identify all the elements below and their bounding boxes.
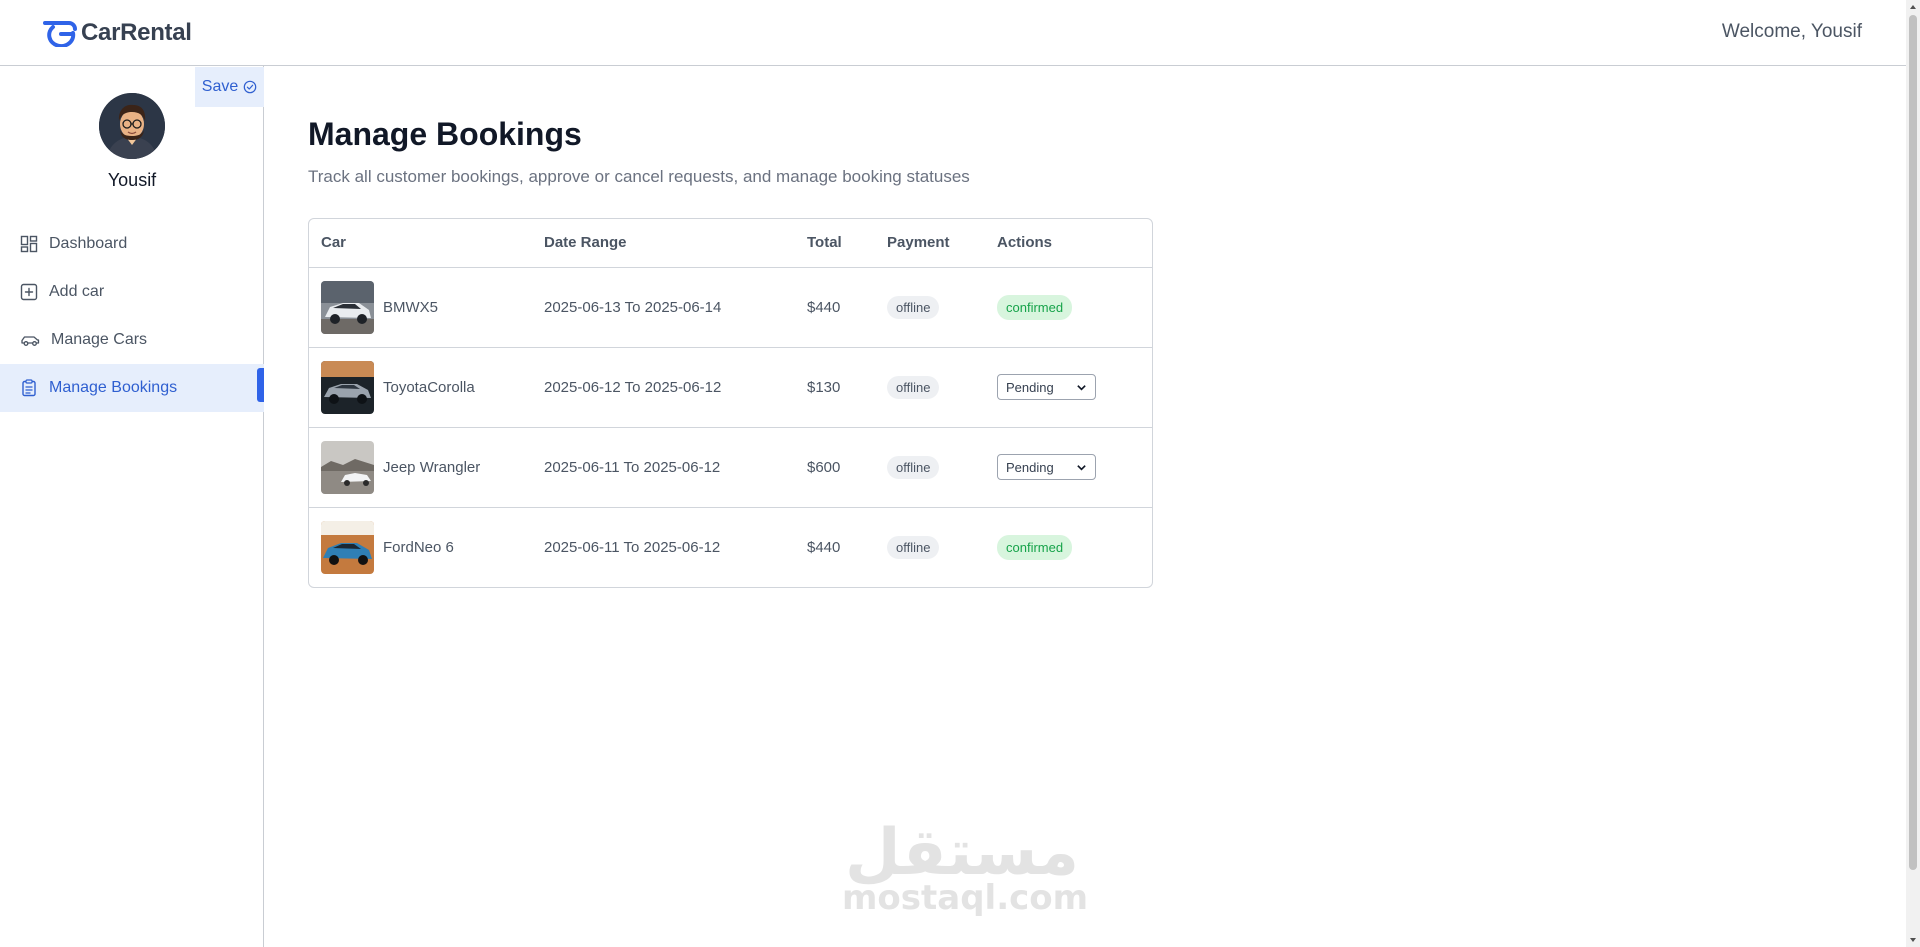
status-badge: confirmed xyxy=(997,534,1073,560)
table-row: ToyotaCorolla 2025-06-12 To 2025-06-12 $… xyxy=(309,347,1152,428)
car-photo-bmw xyxy=(321,280,374,334)
logo-icon xyxy=(43,21,77,47)
car-name: Jeep Wrangler xyxy=(383,458,481,476)
page: CarRental Welcome, Yousif Save Yousif Da… xyxy=(0,0,1920,947)
add-square-icon xyxy=(20,283,38,301)
cell-total: $440 xyxy=(807,267,887,348)
cell-payment: offline xyxy=(887,347,997,428)
payment-badge: offline xyxy=(887,375,940,399)
welcome-text: Welcome, Yousif xyxy=(1721,21,1862,42)
logo[interactable]: CarRental xyxy=(43,19,192,47)
column-header-payment: Payment xyxy=(887,219,997,268)
status-select[interactable]: Pending xyxy=(997,454,1096,480)
car-thumbnail xyxy=(321,440,374,494)
user-name: Yousif xyxy=(107,170,157,190)
table-row: Jeep Wrangler 2025-06-11 To 2025-06-12 $… xyxy=(309,427,1152,508)
watermark: مستقل mostaql.com xyxy=(842,816,1089,918)
cell-total: $440 xyxy=(807,538,841,556)
column-header-actions: Actions xyxy=(997,219,1152,268)
top-header: CarRental Welcome, Yousif xyxy=(0,0,1906,66)
avatar-illustration xyxy=(99,93,165,159)
cell-car: BMWX5 xyxy=(309,267,544,348)
sidebar-item-manage-cars[interactable]: Manage Cars xyxy=(0,316,264,364)
column-header-car: Car xyxy=(309,219,544,268)
avatar[interactable] xyxy=(99,93,165,159)
cell-actions: confirmed xyxy=(997,507,1152,587)
sidebar: Save Yousif Dashboard Add car Manage Car… xyxy=(0,66,264,947)
car-thumbnail xyxy=(321,520,374,574)
cell-actions: Pending xyxy=(997,347,1152,428)
cell-total: $600 xyxy=(807,427,887,508)
clipboard-icon xyxy=(22,379,36,397)
car-name: FordNeo 6 xyxy=(383,538,454,556)
chevron-down-icon xyxy=(1077,464,1086,471)
watermark-latin: mostaql.com xyxy=(842,878,1089,918)
sidebar-item-label: Dashboard xyxy=(49,235,128,252)
cell-total: $130 xyxy=(807,347,887,428)
cell-date-range: 2025-06-12 To 2025-06-12 xyxy=(544,347,807,428)
status-select-value: Pending xyxy=(1006,379,1054,395)
sidebar-item-label: Add car xyxy=(49,283,105,300)
watermark-arabic: مستقل xyxy=(844,816,1080,890)
payment-badge: offline xyxy=(887,295,940,319)
status-select-value: Pending xyxy=(1006,459,1054,475)
cell-date-range: 2025-06-11 To 2025-06-12 xyxy=(544,538,721,556)
cell-actions: Pending xyxy=(997,427,1152,508)
cell-payment: offline xyxy=(887,427,997,508)
save-button[interactable]: Save xyxy=(195,67,264,107)
cell-car: ToyotaCorolla xyxy=(309,347,544,428)
main-content: Manage Bookings Track all customer booki… xyxy=(308,66,1153,588)
sidebar-nav: Dashboard Add car Manage Cars Manage Boo… xyxy=(0,220,264,412)
save-button-label: Save xyxy=(201,78,239,95)
logo-text: CarRental xyxy=(81,19,192,46)
page-subtitle: Track all customer bookings, approve or … xyxy=(308,167,970,186)
table-header-row: Car Date Range Total Payment Actions xyxy=(309,219,1152,268)
scrollbar[interactable] xyxy=(1906,0,1920,947)
cell-payment: offline xyxy=(887,507,997,587)
dashboard-icon xyxy=(20,235,38,253)
sidebar-item-label: Manage Bookings xyxy=(49,379,178,396)
bookings-table: Car Date Range Total Payment Actions BMW… xyxy=(308,218,1153,588)
payment-badge: offline xyxy=(887,455,940,479)
car-thumbnail xyxy=(321,360,374,414)
cell-date-range: 2025-06-11 To 2025-06-12 xyxy=(544,427,807,508)
car-photo-ford xyxy=(321,520,374,574)
sidebar-item-label: Manage Cars xyxy=(51,331,148,348)
cell-payment: offline xyxy=(887,267,997,348)
active-indicator xyxy=(257,368,264,402)
status-badge: confirmed xyxy=(997,294,1073,320)
car-thumbnail xyxy=(321,280,374,334)
scroll-up-arrow-icon[interactable] xyxy=(1909,3,1917,11)
page-title: Manage Bookings xyxy=(308,116,582,152)
column-header-date-range: Date Range xyxy=(544,219,807,268)
cell-car: Jeep Wrangler xyxy=(309,427,544,508)
sidebar-item-add-car[interactable]: Add car xyxy=(0,268,264,316)
car-icon xyxy=(21,336,40,346)
chevron-down-icon xyxy=(1077,384,1086,391)
cell-car: FordNeo 6 xyxy=(309,507,544,587)
car-name: BMWX5 xyxy=(383,298,439,316)
sidebar-item-dashboard[interactable]: Dashboard xyxy=(0,220,264,268)
cell-actions: confirmed xyxy=(997,267,1152,348)
car-photo-toyota xyxy=(321,360,374,414)
car-name: ToyotaCorolla xyxy=(383,378,475,396)
scroll-down-arrow-icon[interactable] xyxy=(1909,936,1917,944)
table-row: BMWX5 2025-06-13 To 2025-06-14 $440 offl… xyxy=(309,267,1152,348)
car-photo-jeep xyxy=(321,440,374,494)
sidebar-item-manage-bookings[interactable]: Manage Bookings xyxy=(0,364,264,412)
table-row: FordNeo 6 2025-06-11 To 2025-06-12 $440 … xyxy=(309,507,1152,587)
cell-date-range: 2025-06-13 To 2025-06-14 xyxy=(544,267,807,348)
column-header-total: Total xyxy=(807,219,887,268)
check-circle-icon xyxy=(243,80,257,94)
scrollbar-thumb[interactable] xyxy=(1909,15,1917,870)
payment-badge: offline xyxy=(887,535,940,559)
status-select[interactable]: Pending xyxy=(997,374,1096,400)
